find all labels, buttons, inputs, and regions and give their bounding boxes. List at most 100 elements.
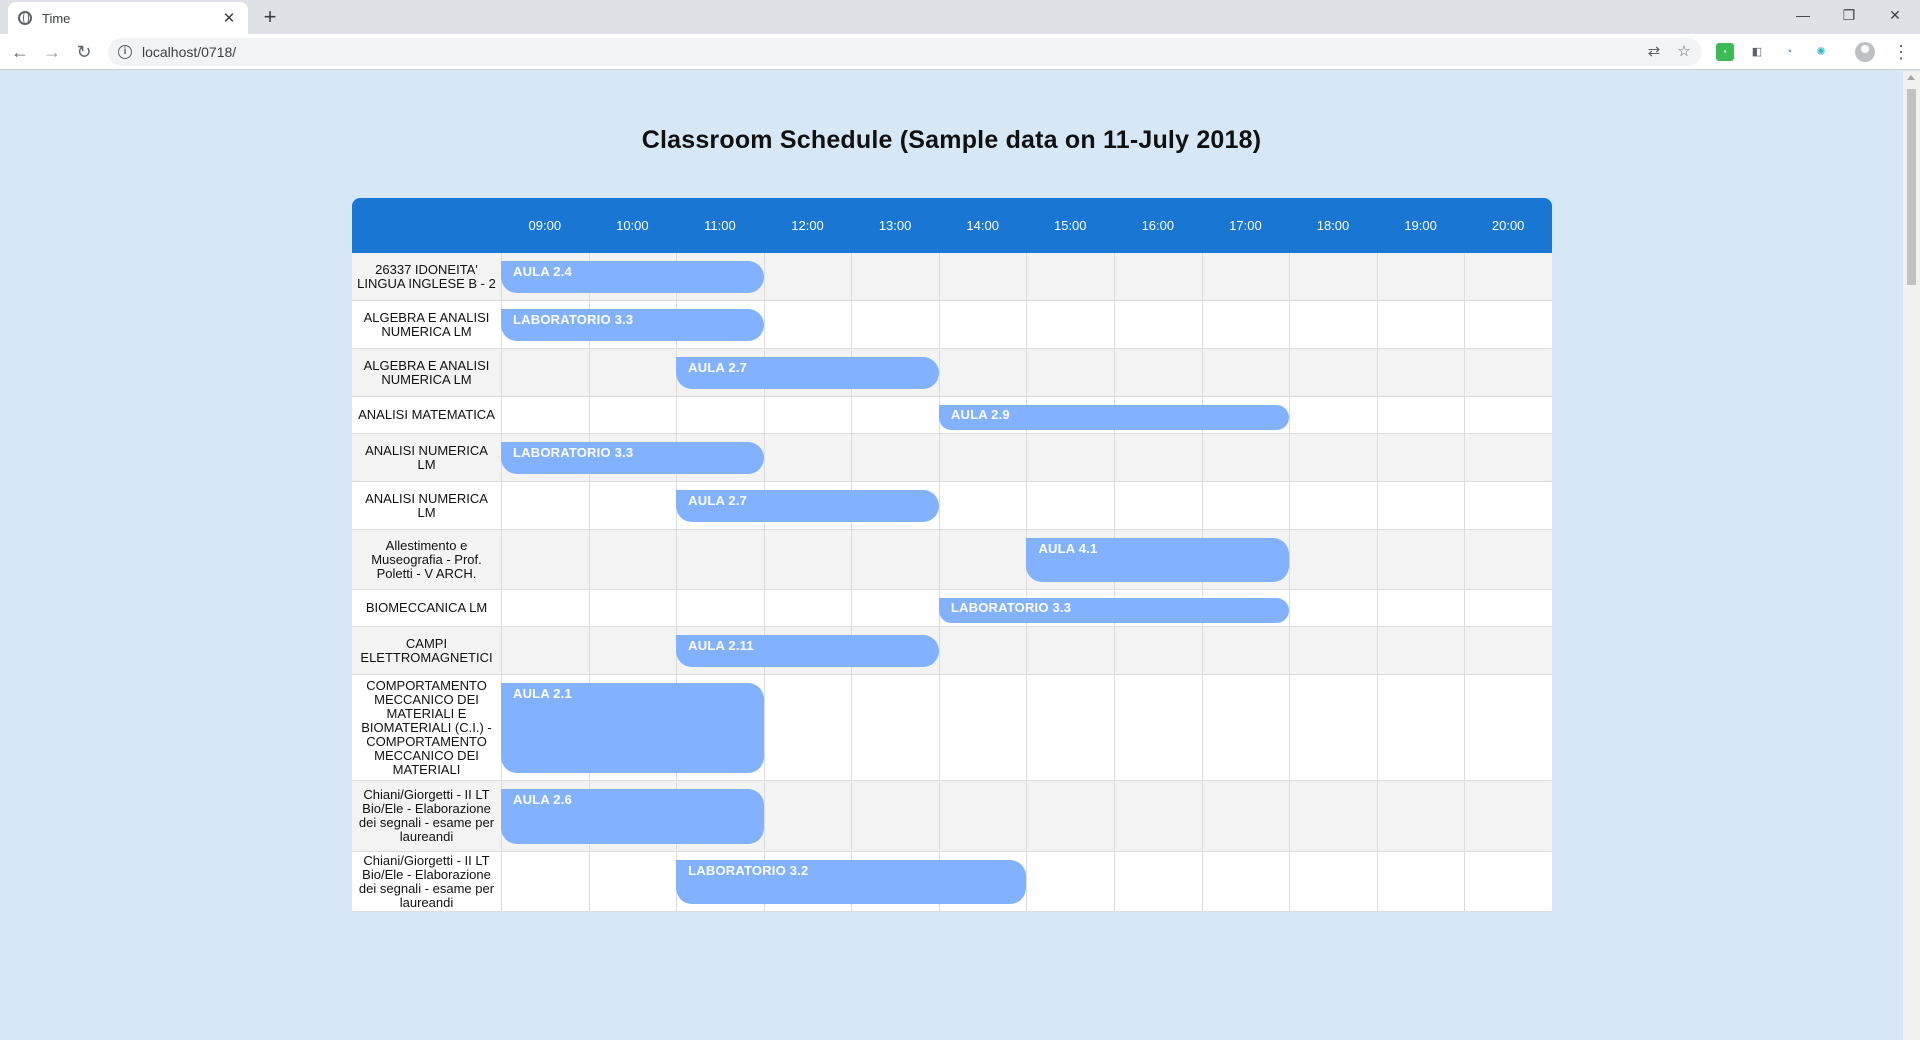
hour-header: 20:00 xyxy=(1491,218,1525,233)
time-slot-cell xyxy=(1289,482,1377,530)
time-slot-cell xyxy=(938,301,1027,349)
time-slot-cell xyxy=(1026,253,1115,301)
time-slot-cell xyxy=(501,349,589,397)
extension-icon[interactable]: ◔ xyxy=(1780,43,1798,61)
address-bar[interactable]: i localhost/0718/ ⇄ ☆ xyxy=(108,38,1702,66)
hour-header: 18:00 xyxy=(1316,218,1350,233)
room-booking-block[interactable]: AULA 2.9 xyxy=(938,405,1290,430)
course-name: CAMPI ELETTROMAGNETICI xyxy=(352,627,501,675)
extension-icon[interactable]: ✺ xyxy=(1812,43,1830,61)
room-label: LABORATORIO 3.3 xyxy=(950,600,1072,615)
room-label: AULA 2.11 xyxy=(688,638,754,653)
hour-cells: LABORATORIO 3.2 xyxy=(501,852,1552,912)
course-name: Chiani/Giorgetti - II LT Bio/Ele - Elabo… xyxy=(352,852,501,912)
time-slot-cell xyxy=(851,590,939,627)
time-slot-cell xyxy=(1376,253,1465,301)
time-slot-cell xyxy=(1464,675,1552,781)
extension-icon[interactable]: ◧ xyxy=(1748,43,1766,61)
time-slot-cell xyxy=(1201,349,1290,397)
time-slot-cell xyxy=(1114,781,1202,852)
close-tab-icon[interactable]: ✕ xyxy=(220,9,238,27)
schedule-row: CAMPI ELETTROMAGNETICI AULA 2.11 xyxy=(352,627,1552,675)
room-booking-block[interactable]: AULA 4.1 xyxy=(1026,538,1290,582)
schedule-row: Chiani/Giorgetti - II LT Bio/Ele - Elabo… xyxy=(352,781,1552,852)
time-slot-cell xyxy=(676,530,764,590)
hour-header: 14:00 xyxy=(966,218,999,233)
course-name: Chiani/Giorgetti - II LT Bio/Ele - Elabo… xyxy=(352,781,501,852)
time-slot-cell xyxy=(588,590,677,627)
url-text[interactable]: localhost/0718/ xyxy=(142,44,236,60)
time-slot-cell xyxy=(501,627,589,675)
time-slot-cell xyxy=(1289,627,1377,675)
time-slot-cell xyxy=(1114,434,1202,482)
time-slot-cell xyxy=(851,397,939,434)
browser-tab[interactable]: Time ✕ xyxy=(8,2,248,34)
new-tab-button[interactable]: + xyxy=(256,4,284,32)
forward-icon[interactable]: → xyxy=(38,38,66,66)
time-slot-cell xyxy=(588,852,677,912)
time-slot-cell xyxy=(501,530,589,590)
room-booking-block[interactable]: LABORATORIO 3.2 xyxy=(676,860,1027,904)
course-name: BIOMECCANICA LM xyxy=(352,590,501,627)
scroll-up-arrow-icon[interactable] xyxy=(1907,75,1915,80)
room-label: AULA 2.1 xyxy=(513,686,572,701)
globe-icon xyxy=(18,11,32,25)
scroll-thumb[interactable] xyxy=(1907,89,1916,285)
time-slot-cell xyxy=(938,530,1027,590)
hour-cells: LABORATORIO 3.3 xyxy=(501,434,1552,482)
hour-header: 19:00 xyxy=(1404,218,1437,233)
time-slot-cell xyxy=(501,482,589,530)
back-icon[interactable]: ← xyxy=(6,38,34,66)
room-booking-block[interactable]: AULA 2.7 xyxy=(676,490,939,522)
hour-columns: 09:00 10:00 11:00 12:00 13:00 14:00 15:00 16:00… xyxy=(501,198,1552,253)
restore-icon[interactable]: ❐ xyxy=(1826,0,1872,30)
hour-header: 16:00 xyxy=(1141,218,1175,233)
hour-cells: AULA 4.1 xyxy=(501,530,1552,590)
profile-avatar-icon[interactable] xyxy=(1855,42,1875,62)
room-booking-block[interactable]: AULA 2.7 xyxy=(676,357,939,389)
time-slot-cell xyxy=(1201,852,1290,912)
room-booking-block[interactable]: AULA 2.1 xyxy=(501,683,764,773)
schedule-row: ALGEBRA E ANALISI NUMERICA LM AULA 2.7 xyxy=(352,349,1552,397)
room-booking-block[interactable]: LABORATORIO 3.3 xyxy=(501,442,764,474)
time-slot-cell xyxy=(1201,482,1290,530)
vertical-scrollbar[interactable] xyxy=(1903,71,1920,1040)
time-slot-cell xyxy=(763,397,852,434)
time-slot-cell xyxy=(1376,434,1465,482)
room-booking-block[interactable]: AULA 2.6 xyxy=(501,789,764,844)
room-booking-block[interactable]: AULA 2.11 xyxy=(676,635,939,667)
minimize-icon[interactable]: — xyxy=(1780,0,1826,30)
time-slot-cell xyxy=(1464,530,1552,590)
time-slot-cell xyxy=(1376,301,1465,349)
page-title: Classroom Schedule (Sample data on 11-Ju… xyxy=(641,126,1262,154)
schedule-row: Allestimento e Museografia - Prof. Polet… xyxy=(352,530,1552,590)
time-slot-cell xyxy=(1114,482,1202,530)
room-label: AULA 4.1 xyxy=(1038,541,1098,556)
bookmark-star-icon[interactable]: ☆ xyxy=(1674,42,1694,62)
schedule-table: 09:00 10:00 11:00 12:00 13:00 14:00 15:00 16:00… xyxy=(352,198,1552,912)
room-booking-block[interactable]: LABORATORIO 3.3 xyxy=(938,598,1290,623)
hour-header: 10:00 xyxy=(616,218,649,233)
time-slot-cell xyxy=(763,530,852,590)
time-slot-cell xyxy=(1376,675,1465,781)
time-slot-cell xyxy=(1376,627,1465,675)
time-slot-cell xyxy=(1114,675,1202,781)
room-booking-block[interactable]: AULA 2.4 xyxy=(501,261,764,293)
time-slot-cell xyxy=(1289,301,1377,349)
translate-icon[interactable]: ⇄ xyxy=(1644,42,1664,62)
time-slot-cell xyxy=(1289,590,1377,627)
hour-cells: AULA 2.7 xyxy=(501,482,1552,530)
close-window-icon[interactable]: ✕ xyxy=(1872,0,1918,30)
reload-icon[interactable]: ↻ xyxy=(70,38,98,66)
time-slot-cell xyxy=(1026,627,1115,675)
course-name: ANALISI NUMERICA LM xyxy=(352,482,501,530)
hour-header: 12:00 xyxy=(791,218,824,233)
menu-kebab-icon[interactable]: ⋮ xyxy=(1892,38,1910,66)
room-label: AULA 2.6 xyxy=(513,792,572,807)
time-slot-cell xyxy=(588,482,677,530)
cors-extension-icon[interactable]: ▪ xyxy=(1716,43,1734,61)
room-booking-block[interactable]: LABORATORIO 3.3 xyxy=(501,309,764,341)
info-icon[interactable]: i xyxy=(118,45,132,59)
time-slot-cell xyxy=(1376,482,1465,530)
course-name: ANALISI MATEMATICA xyxy=(352,397,501,434)
